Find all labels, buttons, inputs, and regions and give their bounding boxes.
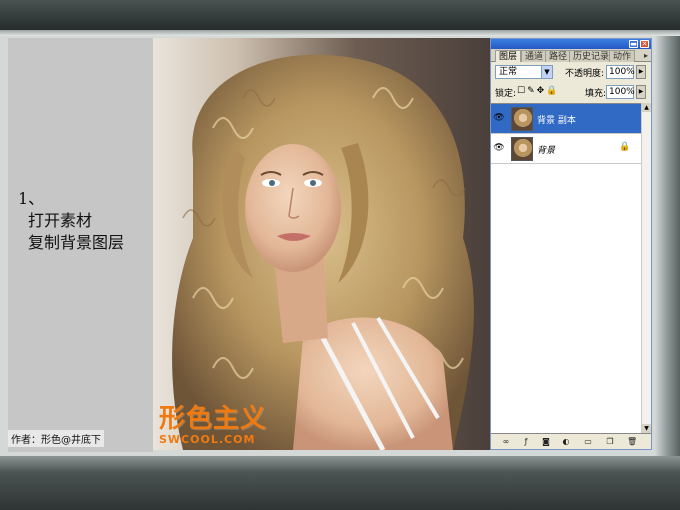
delete-layer-icon[interactable]: 🗑 <box>627 437 637 447</box>
palette-tabs: 图层 通道 路径 历史记录 动作 ▸ <box>491 49 651 62</box>
step-line-duplicate: 复制背景图层 <box>28 233 125 252</box>
step-number: 1、 <box>18 189 45 208</box>
opacity-field[interactable]: 100% <box>606 65 635 79</box>
tab-history[interactable]: 历史记录 <box>569 50 614 62</box>
layers-palette: ▬ ✕ 图层 通道 路径 历史记录 动作 ▸ 正常 ▼ 不透明度: 100% ▶… <box>490 38 652 450</box>
eye-icon[interactable]: 👁 <box>493 142 505 154</box>
layer-row[interactable]: 👁 背景 副本 <box>491 104 651 134</box>
bottom-banner <box>0 456 680 510</box>
scroll-up-icon[interactable]: ▲ <box>642 103 651 112</box>
fill-field[interactable]: 100% <box>606 85 635 99</box>
author-credit: 作者：形色@井底下 <box>8 430 104 447</box>
adjustment-layer-icon[interactable]: ◐ <box>561 437 571 447</box>
opacity-arrow-icon[interactable]: ▶ <box>636 65 646 79</box>
palette-footer: ∞ ƒ ◙ ◐ ▭ ❐ 🗑 <box>491 433 651 449</box>
close-icon[interactable]: ✕ <box>640 40 649 48</box>
palette-titlebar[interactable]: ▬ ✕ <box>491 39 651 49</box>
new-group-icon[interactable]: ▭ <box>583 437 593 447</box>
tab-paths[interactable]: 路径 <box>545 50 572 62</box>
layer-thumbnail <box>511 107 533 131</box>
lock-icon: 🔒 <box>619 142 631 152</box>
layer-thumbnail <box>511 137 533 161</box>
lock-options-icon[interactable]: ☐✎✥🔒 <box>517 86 559 96</box>
scroll-down-icon[interactable]: ▼ <box>642 424 651 433</box>
blend-mode-select[interactable]: 正常 ▼ <box>495 65 553 79</box>
watermark-logo: 形色主义 SWCOOL.COM <box>159 398 267 446</box>
canvas-photo[interactable]: 形色主义 SWCOOL.COM <box>153 38 490 450</box>
fill-arrow-icon[interactable]: ▶ <box>636 85 646 99</box>
top-banner-highlight <box>0 30 680 36</box>
layer-row[interactable]: 👁 背景 🔒 <box>491 134 651 164</box>
layer-style-icon[interactable]: ƒ <box>521 437 531 447</box>
layers-scrollbar[interactable]: ▲ ▼ <box>641 103 651 433</box>
layer-name: 背景 副本 <box>537 116 576 126</box>
step-instructions: 1、 打开素材 复制背景图层 <box>18 188 124 254</box>
layer-name: 背景 <box>537 146 556 156</box>
step-line-open: 打开素材 <box>28 211 93 230</box>
portrait-image <box>172 54 474 450</box>
layers-list: 👁 背景 副本 👁 背景 🔒 <box>491 103 651 433</box>
watermark-logo-text: 形色主义 <box>159 404 268 434</box>
eye-icon[interactable]: 👁 <box>493 112 505 124</box>
blend-row: 正常 ▼ 不透明度: 100% ▶ <box>491 62 651 82</box>
lock-row: 锁定: ☐✎✥🔒 填充: 100% ▶ <box>491 82 651 102</box>
lock-label: 锁定: <box>495 89 517 99</box>
tab-actions[interactable]: 动作 <box>609 50 636 62</box>
minimize-icon[interactable]: ▬ <box>629 40 638 48</box>
right-border <box>655 36 680 456</box>
new-layer-icon[interactable]: ❐ <box>605 437 615 447</box>
fill-label: 填充: <box>585 89 607 99</box>
blend-mode-value: 正常 <box>499 67 518 77</box>
layer-mask-icon[interactable]: ◙ <box>541 437 551 447</box>
watermark-site: SWCOOL.COM <box>159 433 256 446</box>
tab-layers[interactable]: 图层 <box>495 50 522 62</box>
opacity-label: 不透明度: <box>565 69 605 79</box>
chevron-down-icon[interactable]: ▼ <box>541 66 552 78</box>
link-layers-icon[interactable]: ∞ <box>501 437 511 447</box>
palette-menu-icon[interactable]: ▸ <box>644 51 648 60</box>
tab-channels[interactable]: 通道 <box>521 50 548 62</box>
